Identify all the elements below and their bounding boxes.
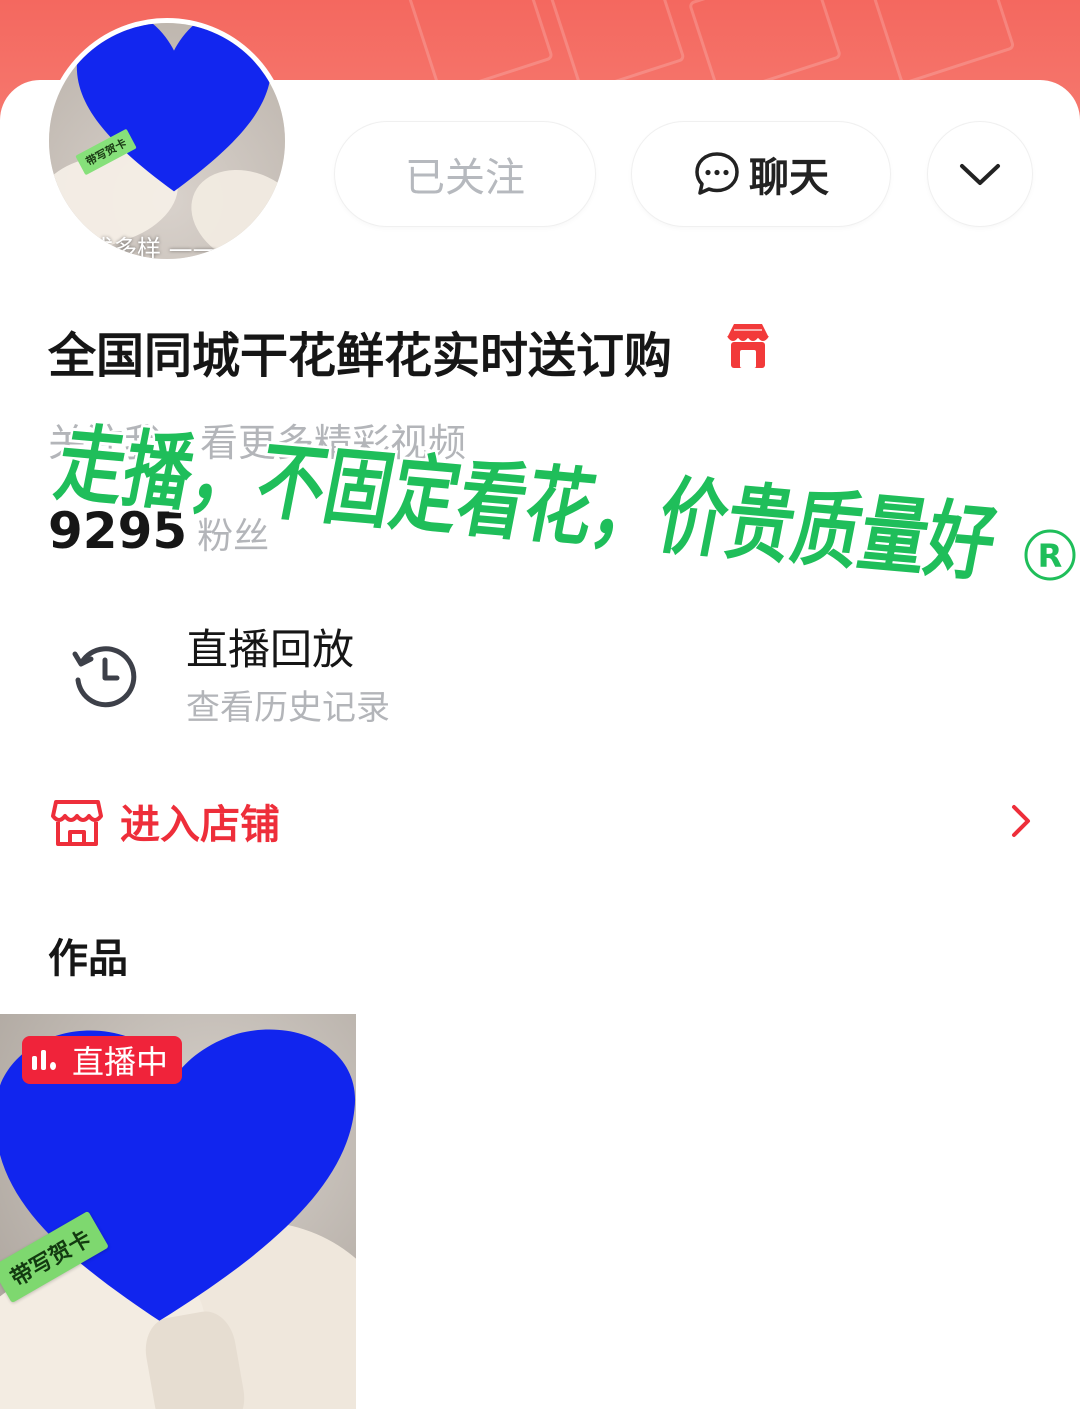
banner-decoration <box>864 0 1016 86</box>
chevron-down-icon <box>960 164 1000 185</box>
profile-page: 带写贺卡 式多样 —— 已关注 聊天 全国同城干花鲜花实时送订购 关注我，看更多… <box>0 0 1080 1409</box>
avatar-caption: 式多样 —— <box>89 235 217 263</box>
more-button[interactable] <box>928 122 1032 226</box>
fans-count[interactable]: 9295 粉丝 <box>48 502 269 560</box>
following-label: 已关注 <box>405 155 525 201</box>
blue-rose-heart-image <box>76 23 272 192</box>
enter-shop-link[interactable]: 进入店铺 <box>120 792 280 850</box>
live-replay-title[interactable]: 直播回放 <box>186 616 354 677</box>
works-section-title: 作品 <box>48 936 128 982</box>
chat-button[interactable]: 聊天 <box>632 122 890 226</box>
storefront-icon <box>51 800 103 846</box>
account-name: 全国同城干花鲜花实时送订购 <box>48 328 673 384</box>
avatar[interactable]: 带写贺卡 式多样 —— <box>44 18 290 264</box>
chat-bubble-icon <box>695 152 739 195</box>
chevron-right-icon[interactable] <box>1006 802 1036 840</box>
live-badge: 直播中 <box>22 1036 183 1084</box>
shop-badge-icon <box>727 324 769 368</box>
fans-number: 9295 <box>48 502 188 560</box>
history-clock-icon <box>72 646 137 708</box>
following-button[interactable]: 已关注 <box>335 122 595 226</box>
live-replay-subtitle[interactable]: 查看历史记录 <box>186 680 390 729</box>
live-bars-icon <box>32 1050 56 1070</box>
chat-label: 聊天 <box>749 155 829 201</box>
fans-label: 粉丝 <box>197 516 270 557</box>
live-badge-label: 直播中 <box>72 1043 169 1081</box>
video-thumbnail[interactable]: 带写贺卡 直播中 <box>0 1014 356 1409</box>
profile-subtitle: 关注我，看更多精彩视频 <box>48 421 467 465</box>
